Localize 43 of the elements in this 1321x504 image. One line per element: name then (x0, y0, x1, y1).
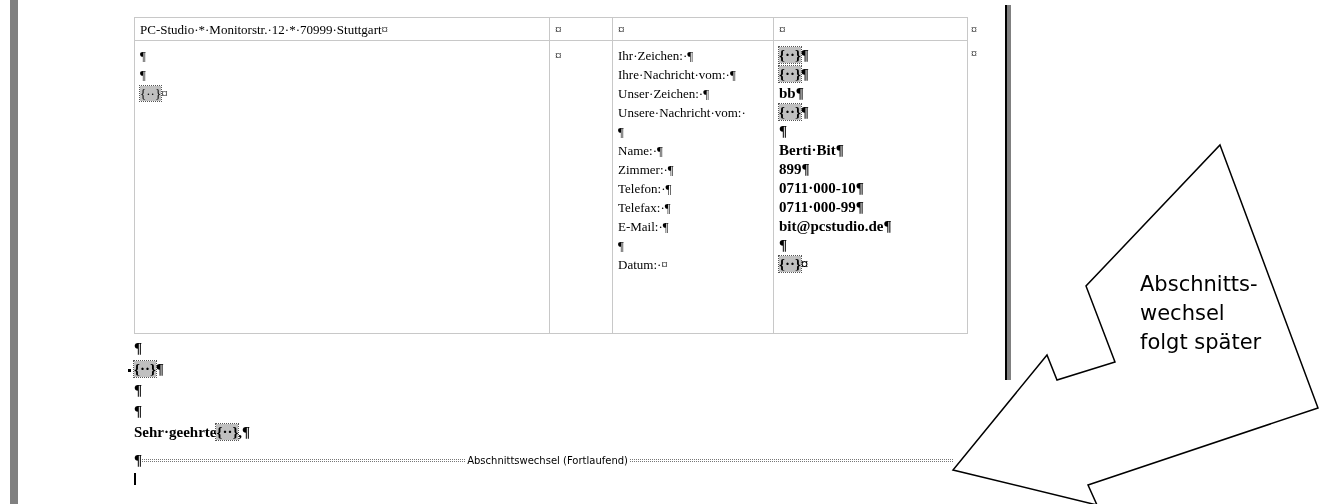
cell-text: Unsere·Nachricht·vom:· (618, 104, 746, 122)
paragraph-text: ¶ (134, 402, 143, 421)
cell-text: Ihre·Nachricht·vom:·¶ (618, 66, 736, 84)
end-of-row-mark: ¤ (971, 46, 977, 63)
cell-text: ¤ (555, 47, 562, 65)
table-cell: ¤ (773, 17, 968, 41)
paragraph-text: Sehr·geehrte{··},¶ (134, 423, 251, 442)
paragraph-text: {··}¶ (128, 360, 164, 379)
cell-text: Datum:·¤ (618, 256, 668, 274)
callout-text: Abschnitts- wechsel folgt später (1140, 271, 1262, 356)
cell-text: {··}¤ (779, 255, 809, 274)
cell-text: Zimmer:·¶ (618, 161, 674, 179)
paragraph-text: ¶ (134, 381, 143, 400)
cell-text: ¶ (140, 66, 146, 84)
cell-text: {··}¶ (779, 103, 809, 122)
cell-text: bb¶ (779, 84, 804, 103)
paragraph-text: ¶ (134, 339, 143, 358)
cell-text: ¶ (618, 237, 624, 255)
table-cell: ¤ (549, 17, 613, 41)
cell-text: ¶ (779, 122, 788, 141)
cell-text: ¶ (140, 47, 146, 65)
cell-text: Unser·Zeichen:·¶ (618, 85, 710, 103)
cell-text: {··}¶ (779, 46, 809, 65)
section-break-label: Abschnittswechsel (Fortlaufend) (466, 453, 629, 468)
cell-text: Telefon:·¶ (618, 180, 672, 198)
cell-text: Name:·¶ (618, 142, 663, 160)
cell-text: Telefax:·¶ (618, 199, 671, 217)
table-cell: PC-Studio·*·Monitorstr.·12·*·70999·Stuttgart¤ (134, 17, 550, 41)
cell-text: {··}¤ (140, 85, 168, 103)
end-of-row-mark: ¤ (971, 22, 977, 39)
cell-text: Berti·Bit¶ (779, 141, 844, 160)
text-cursor (134, 473, 136, 485)
cell-text: 0711·000-10¶ (779, 179, 864, 198)
cell-text: Ihr·Zeichen:·¶ (618, 47, 694, 65)
cell-text: 0711·000-99¶ (779, 198, 864, 217)
cell-text: 899¶ (779, 160, 810, 179)
table-cell: ¤ (612, 17, 774, 41)
cell-text: ¶ (618, 123, 624, 141)
cell-text: {··}¶ (779, 65, 809, 84)
cell-text: bit@pcstudio.de¶ (779, 217, 892, 236)
paragraph-mark: ¶ (134, 450, 143, 470)
cell-text: E-Mail:·¶ (618, 218, 669, 236)
cell-text: ¶ (779, 236, 788, 255)
